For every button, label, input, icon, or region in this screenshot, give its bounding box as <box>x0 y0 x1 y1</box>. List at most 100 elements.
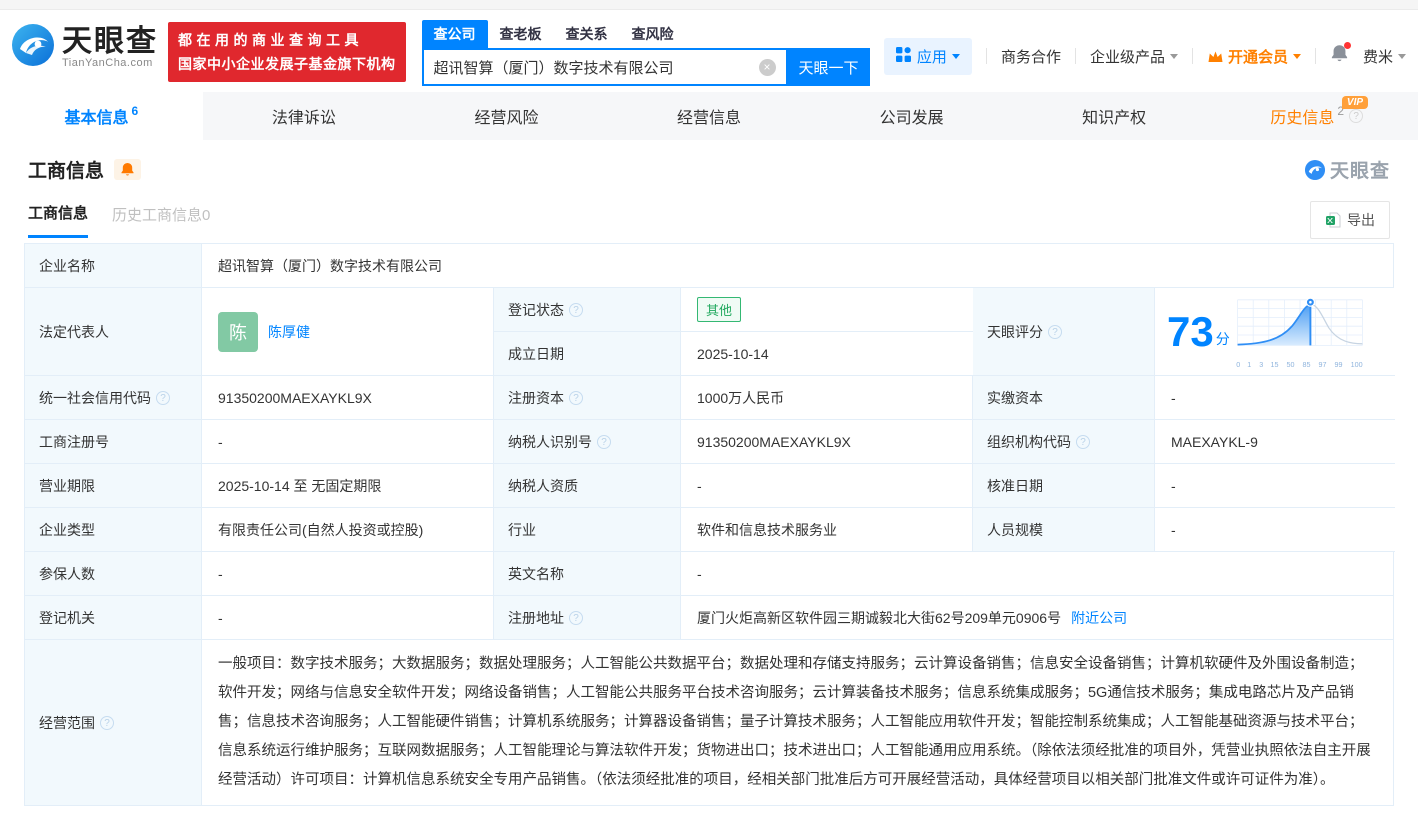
insured-count-label: 参保人数 <box>25 552 202 596</box>
search-block: 查公司 查老板 查关系 查风险 × 天眼一下 <box>421 20 870 86</box>
help-icon[interactable]: ? <box>597 434 611 449</box>
enterprise-products-link[interactable]: 企业级产品 <box>1090 46 1178 67</box>
chevron-down-icon <box>1292 53 1301 59</box>
crown-icon <box>1207 49 1224 64</box>
apps-menu[interactable]: 应用 <box>883 37 972 75</box>
chevron-down-icon <box>951 53 960 59</box>
table-row: 法定代表人 陈 陈厚健 登记状态 ? 其他 成立日期 2025-10-14 天眼… <box>25 288 1395 376</box>
table-row: 参保人数 - 英文名称 - <box>25 552 1393 596</box>
establish-date-label: 成立日期 <box>494 332 681 376</box>
search-tab-relation[interactable]: 查关系 <box>554 20 620 48</box>
tianyancha-eye-icon <box>10 22 56 73</box>
divider <box>985 48 987 64</box>
help-icon[interactable]: ? <box>569 390 583 405</box>
table-row: 企业名称 超讯智算（厦门）数字技术有限公司 <box>25 244 1393 288</box>
tab-history-info[interactable]: VIP 历史信息 2 ? <box>1215 92 1418 140</box>
top-strip <box>0 0 1418 10</box>
credit-code-value: 91350200MAEXAYKL9X <box>202 376 494 420</box>
taxpayer-qualification-label: 纳税人资质 <box>494 464 681 508</box>
taxpayer-id-value: 91350200MAEXAYKL9X <box>681 420 973 464</box>
main-content: 工商信息 天眼查 工商信息 历史工商信息0 导出 企业名称 超讯智算（厦门）数字… <box>0 140 1418 806</box>
table-row: 统一社会信用代码 ? 91350200MAEXAYKL9X 注册资本 ? 100… <box>25 376 1395 420</box>
notifications-bell-icon[interactable] <box>1330 42 1351 68</box>
search-tab-risk[interactable]: 查风险 <box>620 20 686 48</box>
paid-capital-value: - <box>1155 376 1395 420</box>
section-title: 工商信息 <box>28 161 105 182</box>
tab-legal[interactable]: 法律诉讼 <box>203 92 406 140</box>
help-icon[interactable]: ? <box>1349 109 1364 123</box>
legal-rep-avatar[interactable]: 陈 <box>218 311 258 352</box>
establish-date-value: 2025-10-14 <box>681 332 973 376</box>
industry-label: 行业 <box>494 508 681 552</box>
subtab-history-business-info[interactable]: 历史工商信息0 <box>112 204 210 237</box>
subscribe-bell-icon[interactable] <box>114 159 142 180</box>
staff-size-value: - <box>1155 508 1395 552</box>
help-icon[interactable]: ? <box>1048 324 1062 339</box>
score-distribution-chart: 0 1 3 15 50 85 97 99 100 <box>1236 295 1364 369</box>
table-row: 营业期限 2025-10-14 至 无固定期限 纳税人资质 - 核准日期 - <box>25 464 1395 508</box>
company-name-label: 企业名称 <box>25 244 202 288</box>
help-icon[interactable]: ? <box>1076 434 1090 449</box>
business-cooperation-link[interactable]: 商务合作 <box>1001 46 1061 67</box>
header-nav: 应用 商务合作 企业级产品 开通会员 费米 <box>883 36 1406 76</box>
table-row: 经营范围 ? 一般项目：数字技术服务；大数据服务；数据处理服务；人工智能公共数据… <box>25 640 1393 806</box>
paid-capital-label: 实缴资本 <box>973 376 1155 420</box>
business-term-label: 营业期限 <box>25 464 202 508</box>
tianyancha-logo[interactable]: 天眼查 TianYanCha.com <box>10 22 158 73</box>
table-row: 登记机关 - 注册地址 ? 厦门火炬高新区软件园三期诚毅北大街62号209单元0… <box>25 596 1393 640</box>
tab-operating-risk[interactable]: 经营风险 <box>405 92 608 140</box>
tab-count: 6 <box>131 104 139 118</box>
tab-intellectual-property[interactable]: 知识产权 <box>1013 92 1216 140</box>
logo-domain: TianYanCha.com <box>62 56 153 69</box>
business-info-table: 企业名称 超讯智算（厦门）数字技术有限公司 法定代表人 陈 陈厚健 登记状态 ?… <box>24 243 1395 806</box>
org-code-label: 组织机构代码 <box>987 433 1071 450</box>
help-icon[interactable]: ? <box>569 302 583 317</box>
industry-value: 软件和信息技术服务业 <box>681 508 973 552</box>
registered-address-value: 厦门火炬高新区软件园三期诚毅北大街62号209单元0906号 <box>697 609 1062 626</box>
tab-company-development[interactable]: 公司发展 <box>810 92 1013 140</box>
registered-capital-value: 1000万人民币 <box>681 376 973 420</box>
search-button[interactable]: 天眼一下 <box>787 48 870 86</box>
help-icon[interactable]: ? <box>569 610 583 625</box>
search-tab-company[interactable]: 查公司 <box>421 20 488 48</box>
credit-code-label: 统一社会信用代码 <box>39 389 151 406</box>
username: 费米 <box>1362 48 1393 66</box>
notification-dot <box>1343 42 1351 49</box>
score-value: 73 <box>1167 307 1214 355</box>
business-scope-label: 经营范围 <box>39 714 95 731</box>
export-button[interactable]: 导出 <box>1310 201 1390 239</box>
company-name-value: 超讯智算（厦门）数字技术有限公司 <box>202 244 1393 288</box>
clear-search-icon[interactable]: × <box>758 58 776 76</box>
slogan-line2: 国家中小企业发展子基金旗下机构 <box>178 56 396 72</box>
reg-status-label: 登记状态 <box>508 301 564 318</box>
help-icon[interactable]: ? <box>156 390 170 405</box>
score-unit: 分 <box>1215 330 1230 347</box>
open-vip-link[interactable]: 开通会员 <box>1207 46 1301 67</box>
score-label: 天眼评分 <box>987 323 1043 340</box>
tab-basic-info[interactable]: 基本信息 6 <box>0 92 203 140</box>
user-menu[interactable]: 费米 <box>1363 46 1406 67</box>
business-scope-value: 一般项目：数字技术服务；大数据服务；数据处理服务；人工智能公共数据平台；数据处理… <box>202 640 1393 806</box>
legal-rep-link[interactable]: 陈厚健 <box>268 322 310 342</box>
logo-name: 天眼查 <box>62 24 158 58</box>
org-code-value: MAEXAYKL-9 <box>1155 420 1395 464</box>
staff-size-label: 人员规模 <box>973 508 1155 552</box>
taxpayer-qualification-value: - <box>681 464 973 508</box>
search-input[interactable] <box>423 58 759 76</box>
tab-operating-info[interactable]: 经营信息 <box>608 92 811 140</box>
help-icon[interactable]: ? <box>100 715 114 730</box>
nearby-companies-link[interactable]: 附近公司 <box>1071 608 1127 628</box>
chevron-down-icon <box>1398 53 1406 59</box>
company-nav-tabs: 基本信息 6 法律诉讼 经营风险 经营信息 公司发展 知识产权 VIP 历史信息… <box>0 92 1418 140</box>
page: { "colors": { "brand_blue": "#0084ff", "… <box>0 0 1418 806</box>
table-row: 企业类型 有限责任公司(自然人投资或控股) 行业 软件和信息技术服务业 人员规模… <box>25 508 1395 552</box>
search-tabs: 查公司 查老板 查关系 查风险 <box>421 20 870 48</box>
slogan-banner: 都在用的商业查询工具 国家中小企业发展子基金旗下机构 <box>168 22 406 82</box>
registered-capital-label: 注册资本 <box>508 389 564 406</box>
score-axis: 0 1 3 15 50 85 97 99 100 <box>1235 359 1364 369</box>
divider <box>1314 48 1316 64</box>
divider <box>1074 48 1076 64</box>
search-tab-boss[interactable]: 查老板 <box>488 20 554 48</box>
approval-date-value: - <box>1155 464 1395 508</box>
subtab-business-info[interactable]: 工商信息 <box>28 202 89 238</box>
